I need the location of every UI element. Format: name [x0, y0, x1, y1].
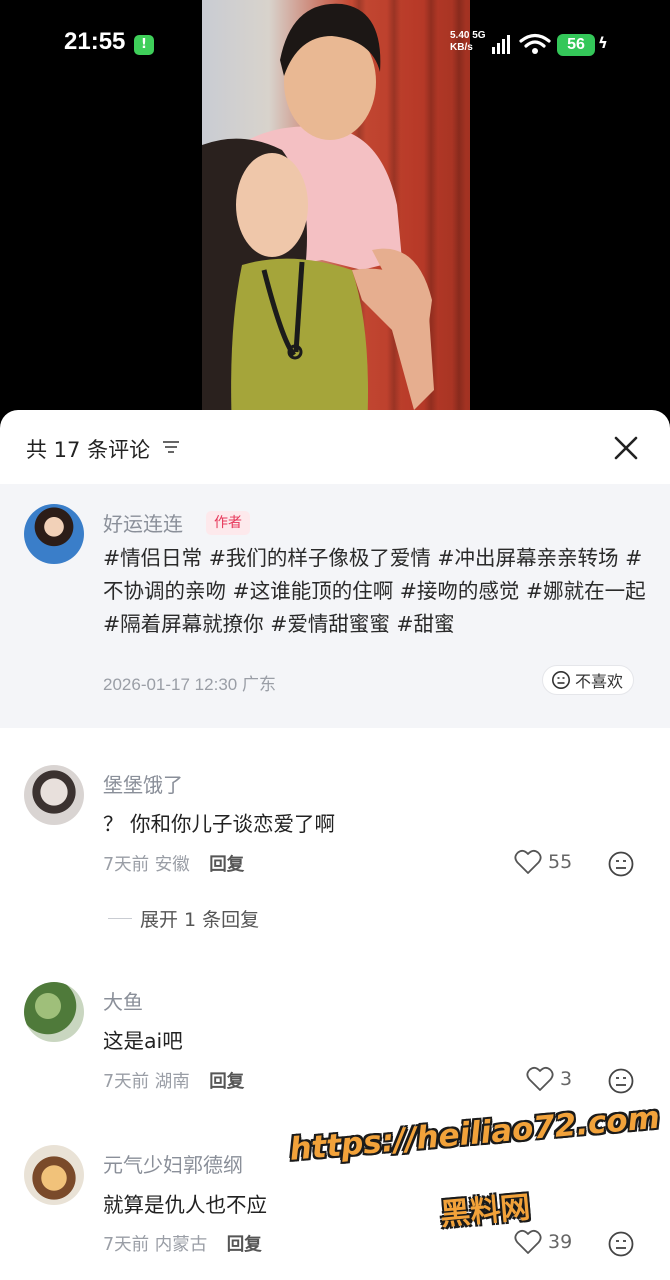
author-username[interactable]: 好运连连 [103, 508, 183, 537]
filter-lines-icon[interactable] [162, 439, 180, 455]
commenter-avatar[interactable] [24, 1145, 84, 1205]
author-post-card: 好运连连 作者 #情侣日常 #我们的样子像极了爱情 #冲出屏幕亲亲转场 #不协调… [0, 484, 670, 728]
like-count: 55 [548, 851, 573, 873]
video-frame[interactable] [202, 0, 470, 430]
comment-time: 7天前 [103, 1072, 150, 1092]
dislike-face-icon[interactable] [607, 850, 635, 878]
watermark-site-name: 黑料网 [438, 1190, 532, 1233]
comment-username[interactable]: 元气少妇郭德纲 [103, 1149, 243, 1178]
comment-meta: 7天前 内蒙古 回复 [103, 1231, 262, 1256]
dislike-face-icon[interactable] [607, 1230, 635, 1258]
expand-replies-button[interactable]: 展开 1 条回复 [108, 905, 259, 932]
author-badge: 作者 [206, 511, 250, 535]
expand-replies-label: 展开 1 条回复 [140, 909, 260, 931]
like-button[interactable]: 39 [514, 1229, 572, 1255]
comment-location: 湖南 [154, 1072, 190, 1092]
like-count: 39 [548, 1231, 573, 1253]
commenter-avatar[interactable] [24, 765, 84, 825]
comment-text[interactable]: 这是ai吧 [103, 1024, 183, 1054]
comment-item: 大鱼 这是ai吧 7天前 湖南 回复 3 [0, 980, 670, 1100]
expand-divider [108, 918, 132, 919]
comment-meta: 7天前 安徽 回复 [103, 851, 244, 876]
comment-username[interactable]: 堡堡饿了 [103, 769, 183, 798]
like-button[interactable]: 55 [514, 849, 572, 875]
charging-indicator-icon: ! [134, 35, 154, 55]
dislike-face-icon[interactable] [607, 1067, 635, 1095]
close-icon[interactable] [610, 432, 642, 464]
comment-location: 内蒙古 [154, 1235, 208, 1255]
author-avatar[interactable] [24, 504, 84, 564]
comment-text[interactable]: 就算是仇人也不应 [103, 1188, 267, 1218]
comments-count-title: 共 17 条评论 [26, 438, 151, 462]
video-scene-image [202, 3, 434, 430]
network-speed: 5.40 5G KB/s [450, 30, 486, 54]
comments-header: 共 17 条评论 [0, 410, 670, 484]
neutral-face-icon [552, 671, 570, 689]
comment-username[interactable]: 大鱼 [103, 986, 143, 1015]
commenter-avatar[interactable] [24, 982, 84, 1042]
cell-signal-icon [492, 34, 510, 54]
comment-meta: 7天前 湖南 回复 [103, 1068, 244, 1093]
like-count: 3 [560, 1068, 573, 1090]
author-post-meta: 2026-01-17 12:30 广东 [103, 670, 276, 695]
author-post-hashtags[interactable]: #情侣日常 #我们的样子像极了爱情 #冲出屏幕亲亲转场 #不协调的亲吻 #这谁能… [103, 542, 648, 641]
reply-button[interactable]: 回复 [227, 1235, 262, 1255]
battery-charging-icon: ϟ [598, 34, 608, 52]
reply-button[interactable]: 回复 [209, 855, 244, 875]
heart-icon [526, 1066, 554, 1091]
net-speed-value: 5.40 [450, 30, 470, 41]
comment-item: 堡堡饿了 ？ 你和你儿子谈恋爱了啊 7天前 安徽 回复 55 展开 1 条回复 [0, 755, 670, 932]
net-speed-unit: KB/s [450, 42, 473, 53]
status-time: 21:55 [64, 28, 126, 55]
network-type: 5G [472, 30, 486, 41]
reply-button[interactable]: 回复 [209, 1072, 244, 1092]
like-button[interactable]: 3 [526, 1066, 572, 1092]
wifi-icon [519, 33, 551, 54]
comment-time: 7天前 [103, 1235, 150, 1255]
author-post-time: 2026-01-17 12:30 [103, 675, 238, 694]
heart-icon [514, 849, 542, 874]
author-post-location: 广东 [241, 675, 276, 694]
dislike-button[interactable]: 不喜欢 [542, 665, 635, 695]
heart-icon [514, 1229, 542, 1254]
video-player[interactable]: 21:55 ! 5.40 5G KB/s 56 ϟ [0, 0, 670, 430]
battery-indicator: 56 [557, 34, 595, 56]
dislike-label: 不喜欢 [575, 672, 624, 691]
comment-time: 7天前 [103, 855, 150, 875]
comment-location: 安徽 [154, 855, 190, 875]
comment-text[interactable]: ？ 你和你儿子谈恋爱了啊 [103, 807, 335, 837]
